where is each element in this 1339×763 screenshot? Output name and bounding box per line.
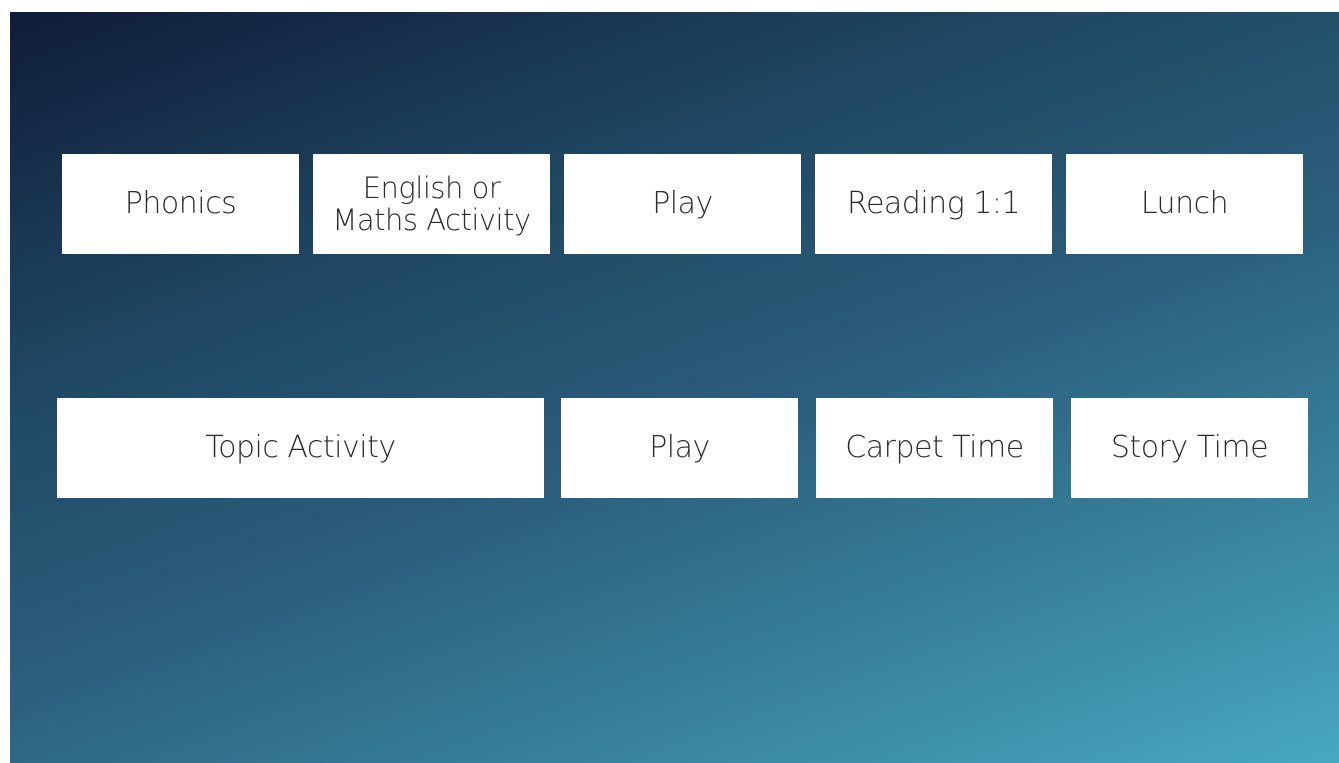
activity-label: Topic Activity [205, 430, 396, 465]
activity-label: Reading 1:1 [846, 186, 1021, 221]
activity-label: Play [649, 430, 710, 465]
activity-label: English or Maths Activity [332, 171, 531, 237]
activity-label: Phonics [124, 186, 237, 221]
activity-card-play-morning: Play [564, 154, 801, 254]
activity-card-carpet-time: Carpet Time [816, 398, 1053, 498]
activity-label: Carpet Time [845, 430, 1024, 465]
activity-card-play-afternoon: Play [561, 398, 798, 498]
activity-card-reading: Reading 1:1 [815, 154, 1052, 254]
activity-card-story-time: Story Time [1071, 398, 1308, 498]
activity-card-lunch: Lunch [1066, 154, 1303, 254]
activity-card-phonics: Phonics [62, 154, 299, 254]
activity-label: Lunch [1140, 186, 1229, 221]
activity-card-english-or-maths: English or Maths Activity [313, 154, 550, 254]
activity-card-topic: Topic Activity [57, 398, 544, 498]
timetable-slide: Phonics English or Maths Activity Play R… [10, 12, 1339, 763]
activity-label: Play [652, 186, 713, 221]
activity-label: Story Time [1110, 430, 1269, 465]
